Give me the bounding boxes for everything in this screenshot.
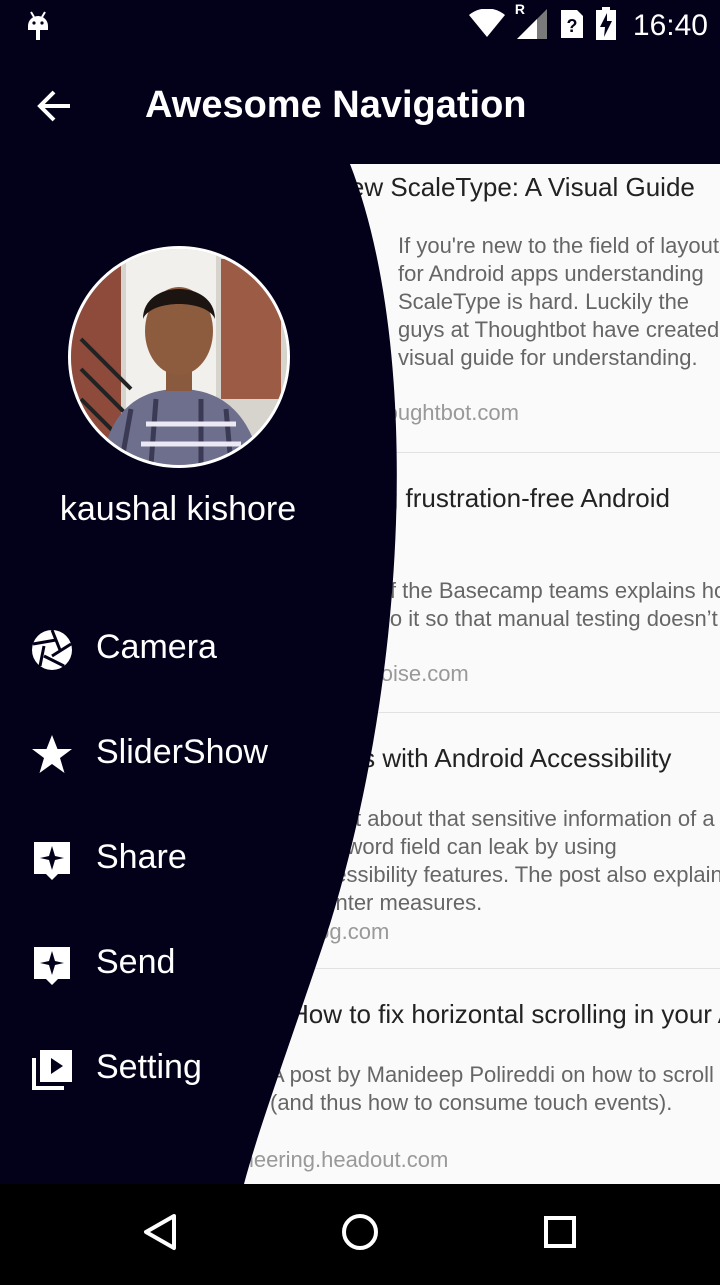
sparkle-icon [30, 943, 74, 987]
android-debug-icon [26, 10, 50, 47]
avatar[interactable] [68, 246, 290, 468]
drawer-item-send[interactable]: Send [30, 933, 360, 993]
system-navigation-bar [0, 1184, 720, 1280]
navigation-drawer[interactable]: kaushal kishore Camera SliderShow Share … [0, 164, 420, 1184]
drawer-item-setting[interactable]: Setting [30, 1038, 360, 1098]
svg-text:?: ? [566, 16, 577, 36]
arrow-back-icon[interactable] [34, 86, 78, 130]
page-title: Awesome Navigation [145, 84, 527, 126]
user-name: kaushal kishore [59, 490, 297, 528]
app-bar: Awesome Navigation [0, 52, 720, 164]
back-triangle-icon[interactable] [112, 1184, 208, 1280]
network-type-label: R [514, 0, 526, 17]
sim-unknown-icon: ? [559, 8, 585, 45]
drawer-item-label: Camera [96, 628, 217, 666]
drawer-item-label: Send [96, 943, 176, 981]
drawer-item-share[interactable]: Share [30, 828, 360, 888]
battery-charging-icon [595, 6, 617, 46]
drawer-item-label: Share [96, 838, 187, 876]
drawer-item-camera[interactable]: Camera [30, 618, 360, 678]
signal-icon: R [515, 1, 549, 46]
video-library-icon [30, 1048, 74, 1092]
drawer-item-slidershow[interactable]: SliderShow [30, 723, 360, 783]
feed-card-body: If you're new to the field of layouts fo… [398, 233, 720, 370]
status-bar: R ? 16:40 [0, 0, 720, 52]
camera-shutter-icon [30, 628, 74, 672]
drawer-item-label: SliderShow [96, 733, 268, 771]
home-circle-icon[interactable] [312, 1184, 408, 1280]
recents-square-icon[interactable] [512, 1184, 608, 1280]
star-icon [30, 733, 74, 777]
drawer-item-label: Setting [96, 1048, 202, 1086]
clock-time: 16:40 [632, 9, 708, 42]
sparkle-icon [30, 838, 74, 882]
wifi-icon [468, 7, 505, 44]
